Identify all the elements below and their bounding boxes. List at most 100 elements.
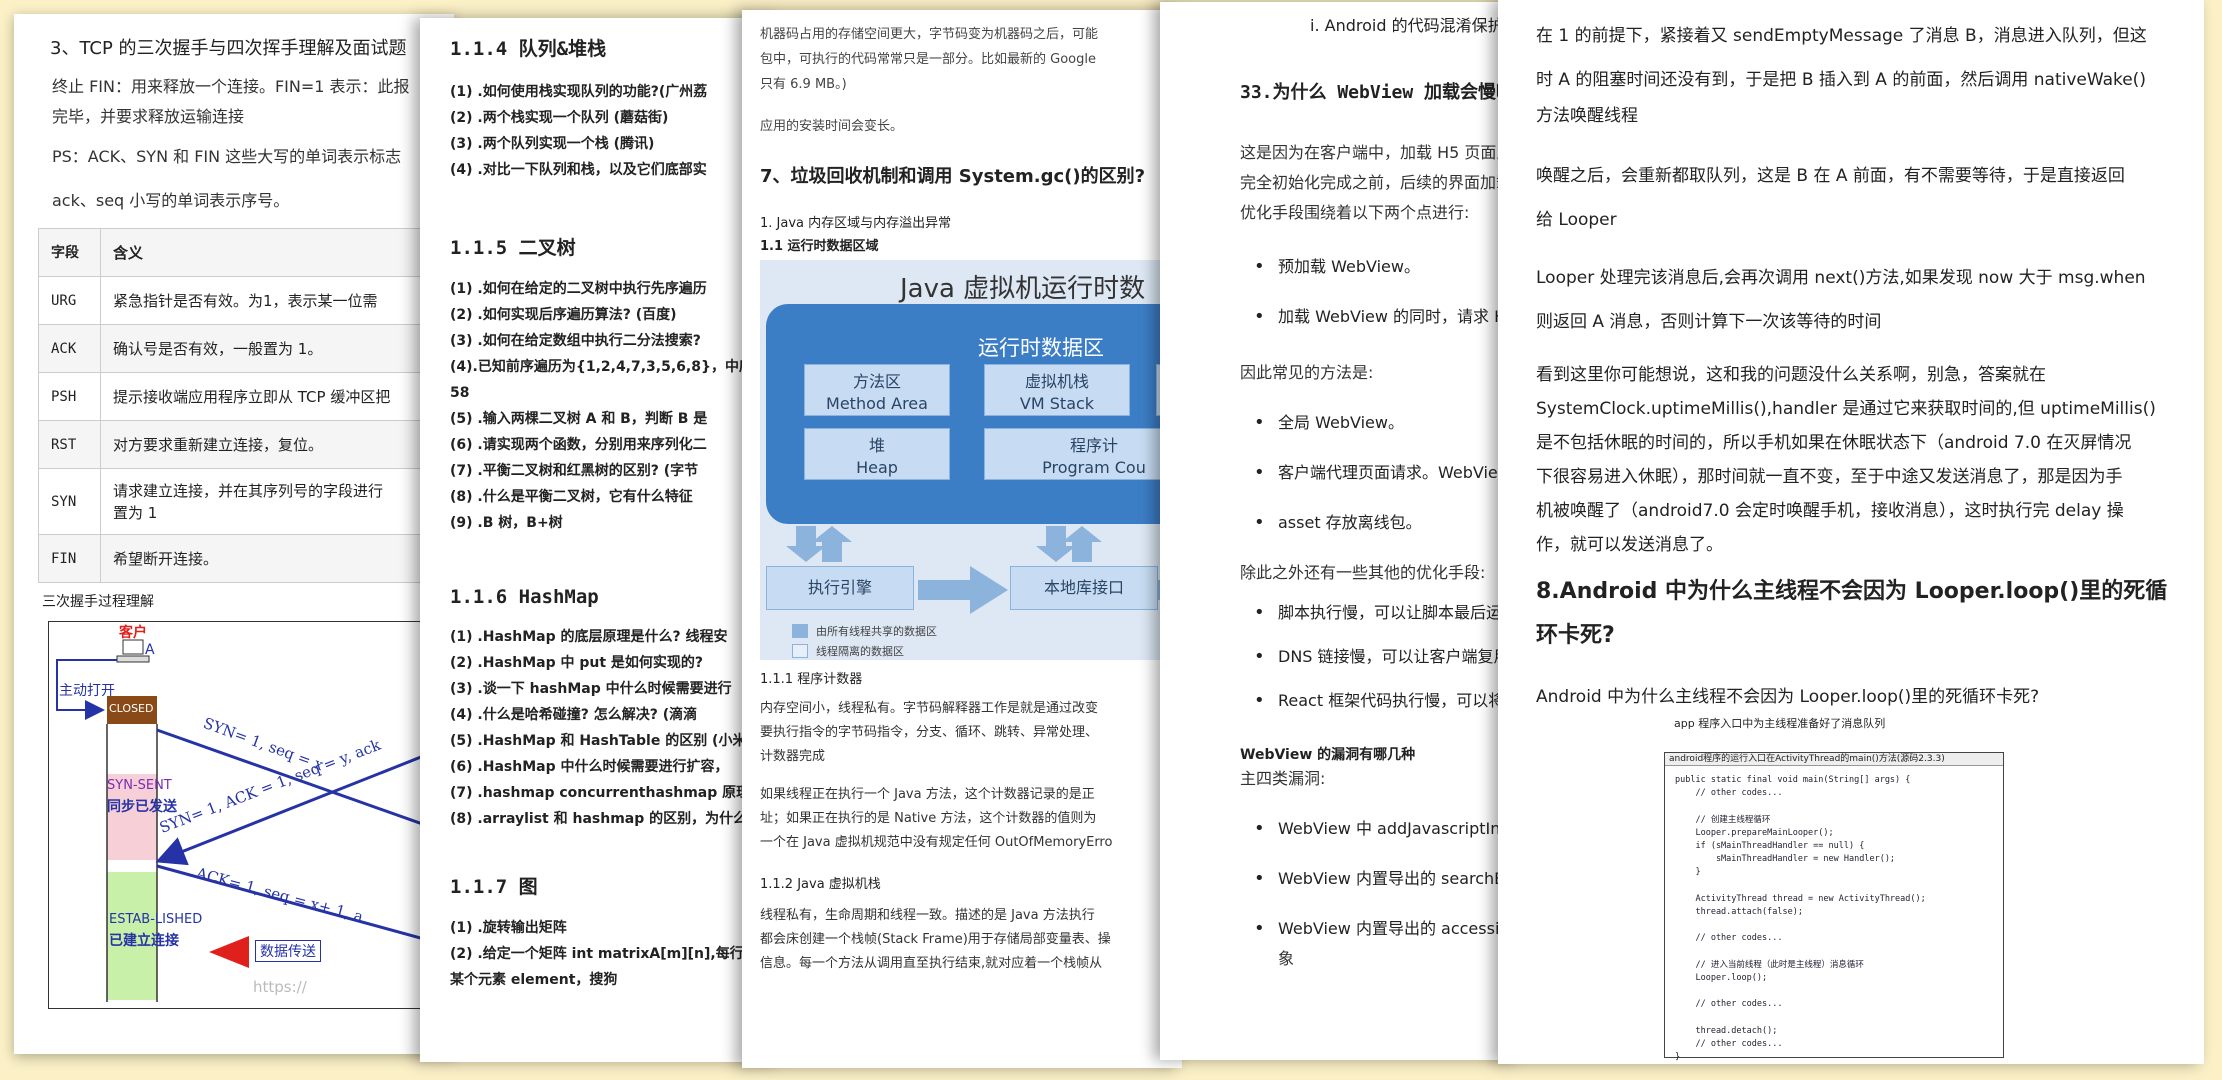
- list-item: 某个元素 element，搜狗: [450, 972, 618, 988]
- text-line: 信息。每一个方法从调用直至执行结束,就对应着一个栈帧从: [760, 956, 1103, 971]
- closed-label: CLOSED: [109, 702, 154, 715]
- text-line: 机器码占用的存储空间更大，字节码变为机器码之后，可能: [760, 27, 1099, 42]
- syn-arrow: [156, 728, 454, 837]
- list-item: (4) .什么是哈希碰撞? 怎么解决? (滴滴: [450, 707, 698, 723]
- paragraph: 在 1 的前提下，紧接着又 sendEmptyMessage 了消息 B，消息进…: [1536, 14, 2164, 138]
- text-line: 唤醒之后，会重新都取队列，这是 B 在 A 前面，有不需要等待，于是直接返回: [1536, 166, 2125, 186]
- text-line: 要执行指令的字节码指令，分支、循环、跳转、异常处理、: [760, 725, 1099, 740]
- section-heading: 1.1.6 HashMap: [450, 586, 599, 608]
- question-list: (1) .HashMap 的底层原理是什么? 线程安 (2) .HashMap …: [450, 624, 780, 832]
- text-line: 看到这里你可能想说，这和我的问题没什么关系啊，别急，答案就在: [1536, 365, 2046, 385]
- text-line: 完毕，并要求释放运输连接: [52, 107, 245, 126]
- text-line: SystemClock.uptimeMillis(),handler 是通过它来…: [1536, 399, 2156, 419]
- text-line: 则返回 A 消息，否则计算下一次该等待的时间: [1536, 312, 1882, 332]
- up-arrow: [1062, 526, 1102, 562]
- table-row: RST 对方要求重新建立连接，复位。: [38, 420, 454, 469]
- subheading: 1.1.1 程序计数器: [760, 672, 863, 687]
- section-heading: 33.为什么 WebView 加载会慢呢?: [1240, 82, 1520, 103]
- text-block: 机器码占用的存储空间更大，字节码变为机器码之后，可能 包中，可执行的代码常常只是…: [760, 22, 1182, 97]
- bullet-list: 全局 WebView。 客户端代理页面请求。WebView asset 存放离线…: [1240, 408, 1520, 538]
- cell-line: 置为 1: [113, 503, 158, 522]
- table-cell: 希望断开连接。: [100, 534, 454, 583]
- paragraph: 看到这里你可能想说，这和我的问题没什么关系啊，别急，答案就在 SystemClo…: [1536, 358, 2164, 562]
- engine-native-arrow: [918, 566, 1008, 614]
- text-line: 如果线程正在执行一个 Java 方法，这个计数器记录的是正: [760, 787, 1095, 802]
- text-block: 内存空间小，线程私有。字节码解释器工作是就是通过改变 要执行指令的字节码指令，分…: [760, 697, 1182, 855]
- jvm-runtime-diagram: Java 虚拟机运行时数 运行时数据区 方法区 Method Area 虚拟机栈 V…: [760, 260, 1182, 660]
- code-title-bar: android程序的运行入口在ActivityThread的main()方法(源…: [1665, 753, 2003, 766]
- section-heading: 1.1.7 图: [450, 876, 538, 898]
- table-cell: RST: [38, 420, 101, 469]
- table-cell: FIN: [38, 534, 101, 583]
- list-item: 预加载 WebView。: [1240, 252, 1520, 282]
- text-line: 终止 FIN：用来释放一个连接。FIN=1 表示：此报: [52, 77, 410, 96]
- list-item: 58: [450, 385, 470, 401]
- data-transfer-label: 数据传送: [255, 940, 321, 962]
- client-computer-icon: [122, 639, 144, 655]
- bullet-list: WebView 中 addJavascriptInte WebView 内置导出…: [1240, 814, 1520, 974]
- down-arrow: [786, 526, 826, 562]
- tcp-handshake-diagram: 客户 A 主动打开 CLOSED SYN-SENT 同步已发送 ESTAB-LI…: [48, 621, 454, 1009]
- list-item: (3) .如何在给定数组中执行二分法搜索?: [450, 333, 701, 349]
- code-block: public static final void main(String[] a…: [1675, 775, 1926, 1063]
- text-line: 象: [1278, 949, 1295, 968]
- list-item: 客户端代理页面请求。WebView: [1240, 458, 1520, 488]
- bullet-list: 预加载 WebView。 加载 WebView 的同时，请求 H5: [1240, 252, 1520, 332]
- table-header-row: 字段 含义: [38, 228, 454, 277]
- subheading: 1.1 运行时数据区域: [760, 239, 879, 254]
- list-item: WebView 中 addJavascriptInte: [1240, 814, 1520, 844]
- table-cell: 对方要求重新建立连接，复位。: [100, 420, 454, 469]
- list-item: (1) .旋转输出矩阵: [450, 920, 567, 936]
- list-item: (2) .如何实现后序遍历算法? (百度): [450, 307, 677, 323]
- table-row: PSH 提示接收端应用程序立即从 TCP 缓冲区把: [38, 372, 454, 421]
- list-item: (6) .HashMap 中什么时候需要进行扩容，: [450, 759, 729, 775]
- syn-sent-cn-label: 同步已发送: [107, 799, 177, 815]
- table-row: SYN 请求建立连接，并在其序列号的字段进行 置为 1: [38, 468, 454, 535]
- section-heading: 1.1.5 二叉树: [450, 237, 576, 259]
- text-line: Looper 处理完该消息后,会再次调用 next()方法,如果发现 now 大…: [1536, 268, 2146, 288]
- list-item: DNS 链接慢，可以让客户端复用: [1240, 642, 1520, 672]
- list-item: WebView 内置导出的 accessi: [1240, 914, 1520, 944]
- text-line: 下很容易进入休眠），那时间就一直不变，至于中途又发送消息了，那是因为手: [1536, 467, 2123, 487]
- list-item: (1) .HashMap 的底层原理是什么? 线程安: [450, 629, 728, 645]
- text-line: 在 1 的前提下，紧接着又 sendEmptyMessage 了消息 B，消息进…: [1536, 26, 2147, 46]
- list-item: React 框架代码执行慢，可以将: [1240, 686, 1520, 716]
- section-heading: 8.Android 中为什么主线程不会因为 Looper.loop()里的死循 …: [1536, 570, 2168, 658]
- subheading: 1. Java 内存区域与内存溢出异常: [760, 216, 952, 231]
- native-interface-box: 本地库接口: [1010, 566, 1158, 610]
- list-item: (7) .hashmap concurrenthashmap 原理: [450, 785, 751, 801]
- text-line: ack、seq 小写的单词表示序号。: [52, 191, 290, 210]
- table-cell: URG: [38, 276, 101, 325]
- subheading: WebView 的漏洞有哪几种: [1240, 747, 1416, 763]
- list-item: asset 存放离线包。: [1240, 508, 1520, 538]
- question-list: (1) .如何在给定的二叉树中执行先序遍历 (2) .如何实现后序遍历算法? (…: [450, 276, 780, 536]
- bullet-list: 脚本执行慢，可以让脚本最后运 DNS 链接慢，可以让客户端复用 React 框架…: [1240, 598, 1520, 716]
- list-item: (1) .如何使用栈实现队列的功能?(广州荔: [450, 84, 708, 100]
- text-line: 都会床创建一个栈帧(Stack Frame)用于存储局部变量表、操: [760, 932, 1111, 947]
- table-row: URG 紧急指针是否有效。为1，表示某一位需: [38, 276, 454, 325]
- text-line: 这是因为在客户端中，加载 H5 页面之前: [1240, 143, 1520, 162]
- text-line: 主四类漏洞:: [1240, 769, 1326, 788]
- heading-line: 8.Android 中为什么主线程不会因为 Looper.loop()里的死循: [1536, 579, 2168, 604]
- text-line: 包中，可执行的代码常常只是一部分。比如最新的 Google: [760, 52, 1096, 67]
- text-line: i. Android 的代码混淆保护: [1310, 16, 1504, 35]
- table-cell: 紧急指针是否有效。为1，表示某一位需: [100, 276, 454, 325]
- doc-page-webview: i. Android 的代码混淆保护 33.为什么 WebView 加载会慢呢?…: [1160, 2, 1520, 1060]
- legend-private-label: 线程隔离的数据区: [816, 645, 904, 658]
- list-item: (4).已知前序遍历为{1,2,4,7,3,5,6,8}，中序: [450, 359, 753, 375]
- paragraph: 唤醒之后，会重新都取队列，这是 B 在 A 前面，有不需要等待，于是直接返回 给…: [1536, 154, 2164, 242]
- list-item: (2) .HashMap 中 put 是如何实现的?: [450, 655, 704, 671]
- list-item: (4) .对比一下队列和栈，以及它们底部实: [450, 162, 707, 178]
- table-cell: PSH: [38, 372, 101, 421]
- tcp-flags-table: 字段 含义 URG 紧急指针是否有效。为1，表示某一位需 ACK 确认号是否有效，一…: [38, 228, 454, 583]
- table-cell: 确认号是否有效，一般置为 1。: [100, 324, 454, 373]
- figure-caption: app 程序入口中为主线程准备好了消息队列: [1674, 717, 1886, 730]
- question-list: (1) .如何使用栈实现队列的功能?(广州荔 (2) .两个栈实现一个队列 (蘑…: [450, 79, 780, 183]
- text-line: 给 Looper: [1536, 210, 1617, 230]
- text-line: PS：ACK、SYN 和 FIN 这些大写的单词表示标志: [52, 147, 402, 166]
- heading-line: 环卡死?: [1536, 623, 1615, 648]
- list-item: (3) .两个队列实现一个栈 (腾讯): [450, 136, 655, 152]
- table-cell: 请求建立连接，并在其序列号的字段进行 置为 1: [100, 468, 454, 535]
- list-item: (8) .什么是平衡二叉树，它有什么特征: [450, 489, 693, 505]
- doc-page-algorithms: 1.1.4 队列&堆栈 (1) .如何使用栈实现队列的功能?(广州荔 (2) .…: [420, 18, 780, 1062]
